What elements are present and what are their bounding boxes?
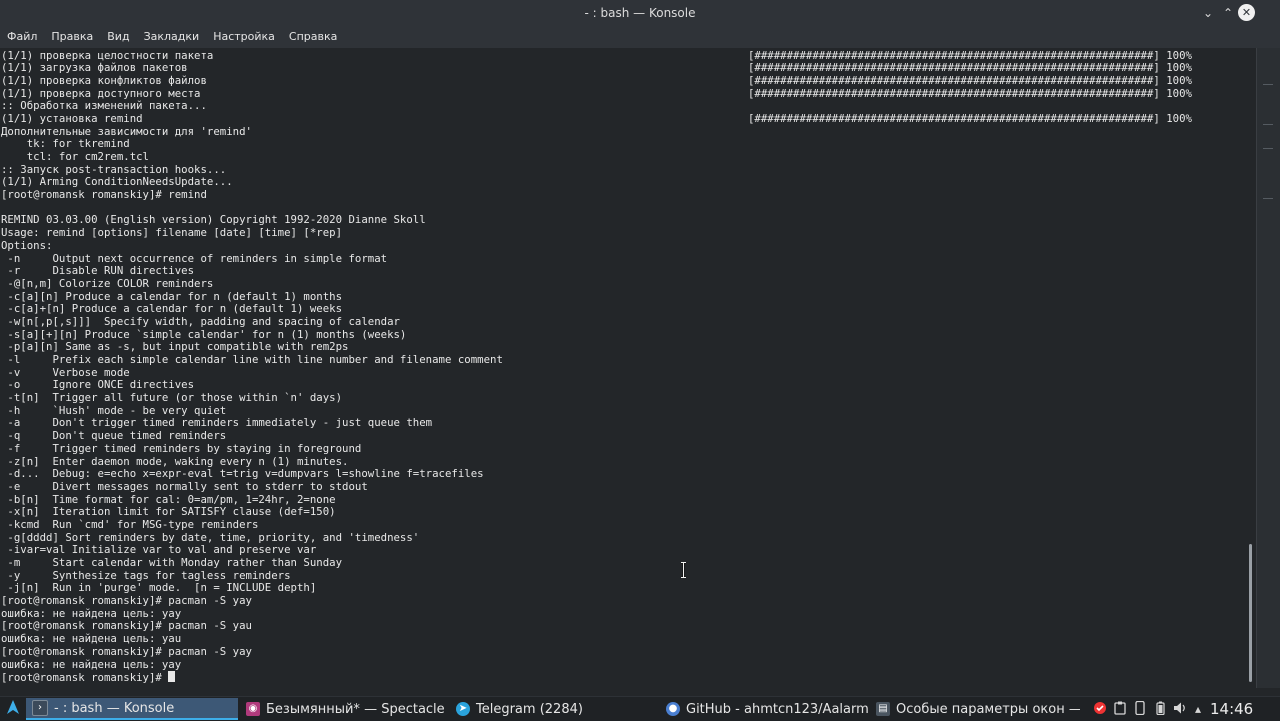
task-label: Особые параметры окон —...	[896, 701, 1080, 717]
maximize-button[interactable]: ⌃	[1219, 4, 1237, 22]
menu-bookmarks[interactable]: Закладки	[137, 26, 207, 48]
terminal-line: -@[n,m] Colorize COLOR reminders	[1, 276, 214, 290]
spectacle-icon: ◉	[246, 702, 260, 716]
scrollbar-thumb[interactable]	[1249, 544, 1252, 682]
settings-window-icon: ▤	[876, 702, 890, 716]
task-konsole[interactable]: › - : bash — Konsole	[26, 698, 238, 720]
terminal-view[interactable]: (1/1) проверка целостности пакета (1/1) з…	[0, 48, 1246, 688]
terminal-line: -t[n] Trigger all future (or those withi…	[1, 391, 343, 405]
terminal-line: [root@romansk romanskiy]# pacman -S yay	[1, 594, 252, 608]
text-cursor-icon	[681, 562, 686, 578]
task-spectacle[interactable]: ◉ Безымянный* — Spectacle	[240, 698, 446, 720]
terminal-line: ошибка: не найдена цель: yau	[1, 632, 182, 646]
minimize-button[interactable]: ⌄	[1199, 4, 1217, 22]
taskbar: › - : bash — Konsole ◉ Безымянный* — Spe…	[0, 696, 1280, 721]
terminal-line: -r Disable RUN directives	[1, 264, 195, 278]
terminal-line: -m Start calendar with Monday rather tha…	[1, 556, 343, 569]
progress-bar-text: [#######################################…	[748, 86, 1192, 100]
terminal-line: -l Prefix each simple calendar line with…	[1, 353, 503, 366]
progress-bar-text: [#######################################…	[748, 61, 1192, 75]
task-label: - : bash — Konsole	[54, 700, 175, 716]
terminal-line: -kcmd Run `cmd' for MSG-type reminders	[1, 517, 259, 531]
progress-bar-text: [#######################################…	[748, 112, 1192, 125]
terminal-line: -q Don't queue timed reminders	[1, 429, 227, 443]
task-label: Безымянный* — Spectacle	[266, 701, 445, 717]
volume-icon[interactable]	[1172, 701, 1188, 717]
terminal-line: -w[n[,p[,s]]] Specify width, padding and…	[1, 314, 400, 328]
terminal-line: -f Trigger timed reminders by staying in…	[1, 441, 362, 455]
vpn-icon[interactable]	[1092, 701, 1108, 717]
task-label: Telegram (2284)	[476, 701, 583, 717]
task-telegram[interactable]: ➤ Telegram (2284)	[450, 698, 656, 720]
clock[interactable]: 14:46	[1210, 697, 1253, 721]
terminal-line: ошибка: не найдена цель: yay	[1, 657, 182, 671]
phone-connect-icon[interactable]	[1132, 700, 1148, 717]
task-github-browser[interactable]: ● GitHub - ahmtcn123/Aalarm: ...	[660, 698, 868, 720]
battery-icon[interactable]	[1152, 701, 1168, 717]
telegram-icon: ➤	[456, 702, 470, 716]
terminal-line: (1/1) проверка конфликтов файлов	[1, 73, 207, 87]
terminal-output: (1/1) проверка целостности пакета (1/1) з…	[1, 49, 503, 684]
menu-help[interactable]: Справка	[282, 26, 344, 48]
tray-expand-icon[interactable]: ▴	[1190, 701, 1206, 717]
terminal-line: Usage: remind [options] filename [date] …	[1, 226, 343, 240]
terminal-scrollbar[interactable]	[1246, 48, 1256, 688]
progress-bar-text: [#######################################…	[748, 73, 1192, 87]
chrome-icon: ●	[666, 702, 680, 716]
window-titlebar[interactable]: - : bash — Konsole ⌄ ⌃ ✕	[0, 0, 1280, 26]
terminal-line: Options:	[1, 238, 53, 252]
terminal-icon: ›	[32, 700, 48, 716]
terminal-line: [root@romansk romanskiy]#	[1, 671, 503, 684]
terminal-line: (1/1) загрузка файлов пакетов	[1, 61, 188, 75]
terminal-line: [root@romansk romanskiy]# pacman -S yay	[1, 644, 252, 658]
window-title: - : bash — Konsole	[584, 6, 696, 20]
menu-edit[interactable]: Правка	[44, 26, 100, 48]
terminal-line: -d... Debug: e=echo x=expr-eval t=trig v…	[1, 467, 484, 481]
menu-bar: Файл Правка Вид Закладки Настройка Справ…	[0, 26, 1280, 48]
terminal-line: tcl: for cm2rem.tcl	[1, 150, 149, 163]
terminal-cursor	[168, 671, 176, 683]
background-window-edge	[1256, 48, 1280, 688]
task-window-rules[interactable]: ▤ Особые параметры окон —...	[870, 698, 1080, 720]
close-button[interactable]: ✕	[1238, 4, 1255, 21]
task-label: GitHub - ahmtcn123/Aalarm: ...	[686, 701, 868, 717]
clipboard-icon[interactable]	[1112, 701, 1128, 717]
terminal-line: (1/1) установка remind	[1, 111, 143, 125]
terminal-line: [root@romansk romanskiy]# remind	[1, 188, 207, 202]
menu-file[interactable]: Файл	[0, 26, 44, 48]
menu-settings[interactable]: Настройка	[206, 26, 282, 48]
app-launcher-icon[interactable]	[2, 699, 24, 719]
terminal-line: -e Divert messages normally sent to stde…	[1, 479, 368, 493]
menu-view[interactable]: Вид	[100, 26, 136, 48]
